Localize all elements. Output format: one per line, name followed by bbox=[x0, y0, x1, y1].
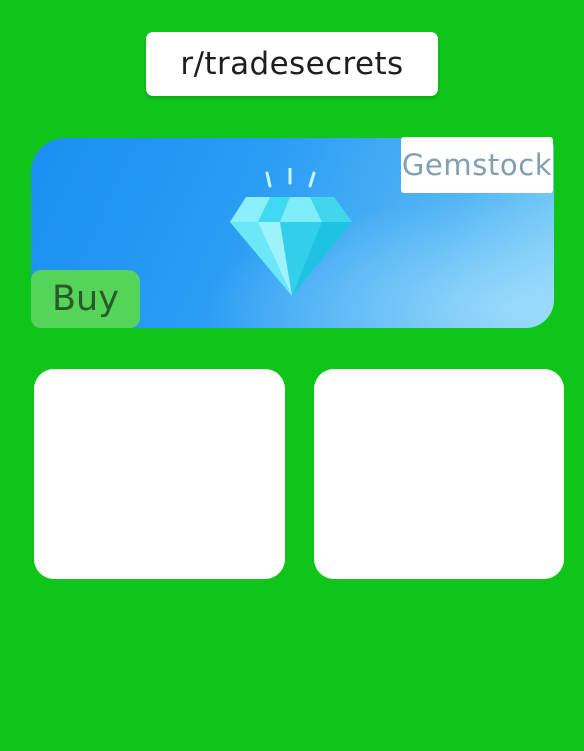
content-card[interactable] bbox=[314, 369, 564, 579]
buy-button[interactable]: Buy bbox=[31, 270, 140, 328]
content-card[interactable] bbox=[34, 369, 285, 579]
buy-button-label: Buy bbox=[52, 279, 119, 319]
brand-label-chip: Gemstock bbox=[401, 137, 553, 193]
diamond-icon bbox=[230, 168, 352, 296]
subreddit-title-chip: r/tradesecrets bbox=[146, 32, 438, 96]
brand-name: Gemstock bbox=[401, 148, 553, 182]
subreddit-title: r/tradesecrets bbox=[180, 46, 404, 82]
